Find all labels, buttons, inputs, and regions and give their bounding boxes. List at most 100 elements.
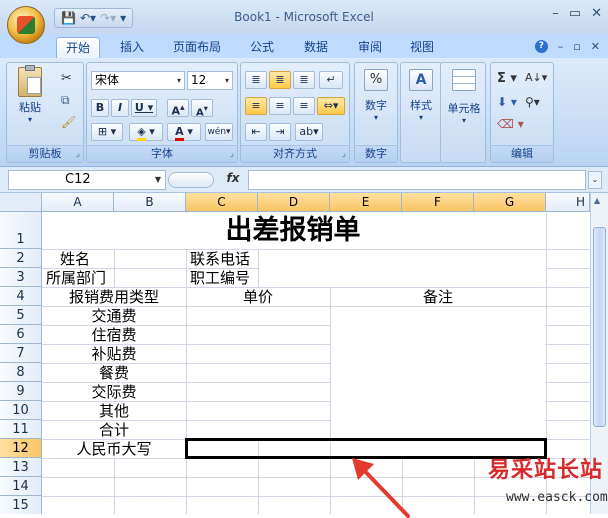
tab-view[interactable]: 视图 [400,37,444,58]
cell-a3[interactable]: 所属部门 [46,269,106,287]
cells-button[interactable]: 单元格 ▾ [443,69,485,125]
help-icon[interactable]: ? [534,40,548,53]
tab-page-layout[interactable]: 页面布局 [164,37,230,58]
bold-button[interactable]: B [91,99,109,117]
font-size-combo[interactable]: 12 ▾ [187,71,233,90]
cell-a2[interactable]: 姓名 [60,250,90,268]
row-header-3[interactable]: 3 [0,268,42,287]
tab-formulas[interactable]: 公式 [240,37,284,58]
row-header-8[interactable]: 8 [0,363,42,382]
row-header-4[interactable]: 4 [0,287,42,306]
font-color-button[interactable]: A ▾ [167,123,201,141]
sort-filter-icon[interactable]: A↓▾ [525,71,547,84]
alignment-launcher-icon[interactable]: ⌟ [342,149,346,159]
row-header-7[interactable]: 7 [0,344,42,363]
expand-formula-bar-icon[interactable]: ⌄ [588,171,602,189]
decrease-indent-button[interactable]: ⇤ [245,123,267,141]
ribbon-restore-icon[interactable]: ▫ [573,40,580,53]
cell-a12[interactable]: 人民币大写 [42,440,186,458]
formula-input[interactable] [248,170,586,190]
number-group: % 数字 ▾ 数字 [354,62,398,163]
ribbon-minimize-icon[interactable]: – [558,40,564,53]
clear-icon[interactable]: ⌫ ▾ [497,117,524,131]
row-header-14[interactable]: 14 [0,477,42,496]
autosum-icon[interactable]: Σ ▾ [497,71,517,86]
align-middle-button[interactable]: ≣ [269,71,291,89]
format-painter-icon[interactable]: 🖌 [61,115,76,129]
borders-button[interactable]: ⊞ ▾ [91,123,123,141]
cell-a6[interactable]: 住宿费 [42,326,186,344]
column-header-d[interactable]: D [258,193,330,212]
clipboard-launcher-icon[interactable]: ⌟ [76,149,80,159]
minimize-button[interactable]: – [552,6,559,21]
font-launcher-icon[interactable]: ⌟ [230,149,234,159]
merge-center-button[interactable]: ⇔▾ [317,97,345,115]
grow-font-button[interactable]: A▴ [167,99,189,118]
row-header-12[interactable]: 12 [0,439,42,458]
office-button[interactable] [7,6,45,44]
maximize-button[interactable]: ▭ [569,6,581,21]
wrap-text-button[interactable]: ↵ [319,71,343,89]
find-select-icon[interactable]: ⚲▾ [525,95,540,109]
cell-a5[interactable]: 交通费 [42,307,186,325]
cell-c2[interactable]: 联系电话 [190,250,250,268]
tab-home[interactable]: 开始 [56,37,100,58]
cell-a9[interactable]: 交际费 [42,383,186,401]
cell-c4[interactable]: 单价 [186,288,330,306]
row-header-9[interactable]: 9 [0,382,42,401]
row-header-5[interactable]: 5 [0,306,42,325]
fill-color-button[interactable]: ◈ ▾ [129,123,163,141]
row-header-10[interactable]: 10 [0,401,42,420]
column-header-c[interactable]: C [186,193,258,212]
orientation-button[interactable]: ab▾ [295,123,323,141]
row-header-11[interactable]: 11 [0,420,42,439]
column-header-f[interactable]: F [402,193,474,212]
cell-e4[interactable]: 备注 [330,288,546,306]
copy-icon[interactable]: ⧉ [61,93,70,108]
row-header-6[interactable]: 6 [0,325,42,344]
fill-icon[interactable]: ⬇ ▾ [497,95,517,109]
cell-a10[interactable]: 其他 [42,402,186,420]
cell-a7[interactable]: 补贴费 [42,345,186,363]
shrink-font-button[interactable]: A▾ [191,99,213,118]
insert-function-button[interactable]: fx [218,171,248,189]
column-header-g[interactable]: G [474,193,546,212]
align-right-button[interactable]: ≡ [293,97,315,115]
column-header-a[interactable]: A [42,193,114,212]
column-header-e[interactable]: E [330,193,402,212]
close-button[interactable]: ✕ [591,6,602,21]
row-header-2[interactable]: 2 [0,249,42,268]
ribbon-close-icon[interactable]: ✕ [591,40,600,53]
scroll-thumb[interactable] [593,227,606,427]
italic-button[interactable]: I [111,99,129,117]
cell-a4[interactable]: 报销费用类型 [42,288,186,306]
cell-c3[interactable]: 职工编号 [190,269,250,287]
cell-a8[interactable]: 餐费 [42,364,186,382]
align-bottom-button[interactable]: ≣ [293,71,315,89]
align-center-button[interactable]: ≡ [269,97,291,115]
column-header-b[interactable]: B [114,193,186,212]
row-header-1[interactable]: 1 [0,212,42,249]
cell-a11[interactable]: 合计 [42,421,186,439]
tab-review[interactable]: 审阅 [348,37,392,58]
phonetic-button[interactable]: wén▾ [205,123,233,141]
styles-button[interactable]: A 样式 ▾ [403,69,439,122]
increase-indent-button[interactable]: ⇥ [269,123,291,141]
tab-data[interactable]: 数据 [294,37,338,58]
row-header-13[interactable]: 13 [0,458,42,477]
column-header-h[interactable]: H [546,193,590,212]
align-top-button[interactable]: ≣ [245,71,267,89]
scroll-up-icon[interactable]: ▲ [594,196,600,205]
font-name-combo[interactable]: 宋体 ▾ [91,71,185,90]
underline-button[interactable]: U ▾ [131,99,157,117]
name-box[interactable]: C12 ▼ [8,170,166,190]
select-all-corner[interactable] [0,193,42,212]
cut-icon[interactable]: ✂ [61,71,72,86]
formula-bar-resize-handle[interactable] [168,172,214,188]
row-header-15[interactable]: 15 [0,496,42,514]
tab-insert[interactable]: 插入 [110,37,154,58]
paste-button[interactable]: 粘贴 ▾ [13,65,47,124]
number-format-button[interactable]: % 数字 ▾ [357,69,395,122]
sheet-title-cell[interactable]: 出差报销单 [42,213,544,249]
align-left-button[interactable]: ≡ [245,97,267,115]
